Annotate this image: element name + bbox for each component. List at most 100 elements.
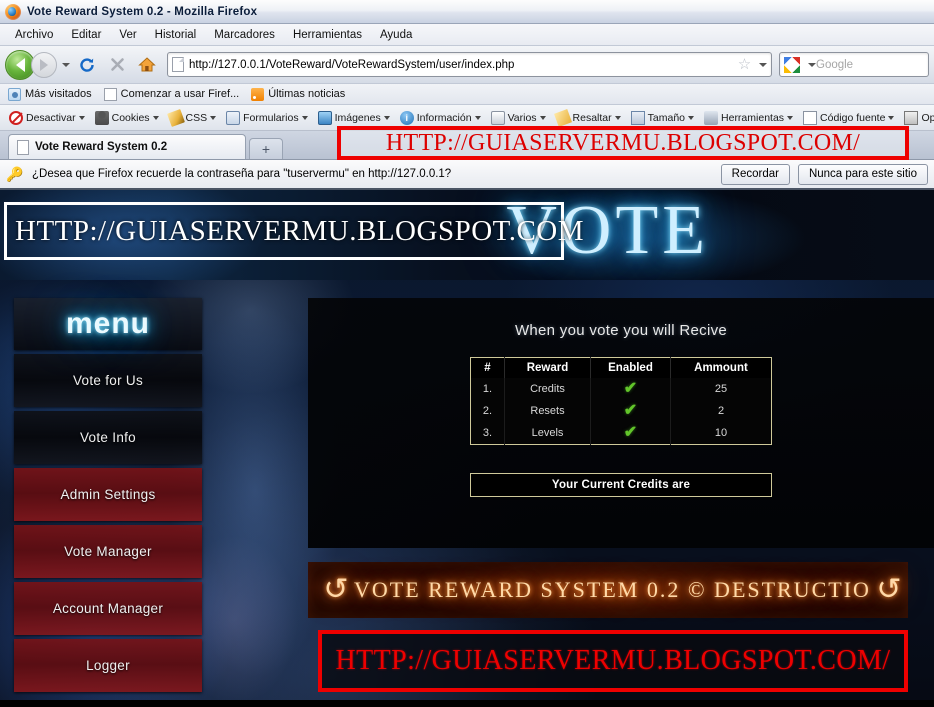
check-icon: ✔ (623, 402, 638, 419)
chevron-down-icon (301, 115, 308, 120)
tab-vote-reward-system[interactable]: Vote Reward System 0.2 (8, 134, 246, 159)
chevron-down-icon (383, 115, 390, 120)
sidebar-item-vote-for-us[interactable]: Vote for Us (14, 354, 202, 407)
chevron-down-icon (152, 115, 159, 120)
misc-icon (490, 110, 505, 125)
sidebar-item-vote-info[interactable]: Vote Info (14, 411, 202, 464)
cell-index: 3. (470, 422, 505, 445)
sidebar-item-admin-settings[interactable]: Admin Settings (14, 468, 202, 521)
menu-item-editar[interactable]: Editar (62, 27, 110, 43)
devbar-item-css[interactable]: CSS (164, 108, 222, 127)
never-for-this-site-button[interactable]: Nunca para este sitio (797, 163, 928, 185)
home-button[interactable] (134, 52, 160, 78)
page-icon (103, 87, 117, 101)
devbar-item-codigo-fuente[interactable]: Código fuente (798, 110, 899, 125)
menu-item-herramientas[interactable]: Herramientas (284, 27, 371, 43)
devbar-item-imagenes[interactable]: Imágenes (313, 110, 395, 125)
page-icon (17, 139, 29, 155)
devbar-label: Herramientas (721, 111, 785, 124)
site-banner: VOTE HTTP://GUIASERVERMU.BLOGSPOT.COM (0, 190, 934, 280)
column-header-enabled: Enabled (590, 357, 671, 378)
address-bar[interactable]: http://127.0.0.1/VoteReward/VoteRewardSy… (167, 52, 772, 77)
google-icon[interactable] (784, 56, 800, 73)
remember-label: Recordar (731, 168, 779, 180)
table-header-row: # Reward Enabled Ammount (470, 357, 772, 378)
sidebar-item-label: Account Manager (52, 601, 164, 616)
search-bar[interactable]: Google (779, 52, 929, 77)
page-viewport: VOTE HTTP://GUIASERVERMU.BLOGSPOT.COM me… (0, 190, 934, 700)
chevron-down-icon[interactable] (62, 62, 70, 67)
devbar-label: Formularios (243, 111, 299, 124)
watermark-bottom: HTTP://GUIASERVERMU.BLOGSPOT.COM/ (318, 630, 908, 692)
devbar-item-varios[interactable]: Varios (486, 110, 551, 125)
star-icon[interactable]: ☆ (737, 57, 752, 72)
devbar-item-desactivar[interactable]: Desactivar (4, 110, 90, 125)
firefox-icon (5, 3, 21, 20)
devbar-label: Varios (507, 111, 537, 124)
watermark-chrome-text: HTTP://GUIASERVERMU.BLOGSPOT.COM/ (385, 129, 861, 156)
bookmark-ultimas-noticias[interactable]: Últimas noticias (249, 87, 351, 102)
sidebar-item-label: Logger (86, 658, 130, 673)
options-icon (904, 110, 919, 125)
back-arrow-icon (15, 57, 25, 72)
watermark-banner: HTTP://GUIASERVERMU.BLOGSPOT.COM (4, 202, 584, 260)
column-header-ammount: Ammount (670, 357, 772, 378)
current-credits-bar: Your Current Credits are (470, 473, 772, 497)
title-bar: Vote Reward System 0.2 - Mozilla Firefox (0, 0, 934, 24)
resize-icon (630, 110, 645, 125)
sidebar-item-logger[interactable]: Logger (14, 639, 202, 692)
menu-item-ayuda[interactable]: Ayuda (371, 27, 421, 43)
bookmark-mas-visitados[interactable]: Más visitados (6, 87, 98, 102)
devbar-label: CSS (185, 111, 208, 124)
chevron-down-icon (614, 115, 621, 120)
disable-icon (9, 110, 23, 125)
devbar-item-herramientas[interactable]: Herramientas (699, 110, 798, 125)
cell-enabled: ✔ (590, 378, 671, 400)
source-icon (803, 110, 818, 125)
devbar-item-tamano[interactable]: Tamaño (626, 110, 699, 125)
sidebar-item-vote-manager[interactable]: Vote Manager (14, 525, 202, 578)
menu-item-historial[interactable]: Historial (146, 27, 206, 43)
images-icon (317, 110, 332, 125)
reload-button[interactable] (74, 52, 100, 78)
chevron-down-icon (787, 115, 794, 120)
search-input[interactable]: Google (816, 59, 853, 71)
devbar-label: Información (416, 111, 472, 124)
watermark-chrome-overlay: HTTP://GUIASERVERMU.BLOGSPOT.COM/ (337, 126, 909, 160)
search-engine-chevron-icon[interactable] (808, 62, 816, 67)
url-text[interactable]: http://127.0.0.1/VoteReward/VoteRewardSy… (189, 59, 735, 71)
content-title: When you vote you will Recive (514, 322, 728, 339)
column-header-reward: Reward (504, 357, 591, 378)
devbar-item-informacion[interactable]: i Información (395, 110, 486, 125)
menu-item-marcadores[interactable]: Marcadores (205, 27, 284, 43)
chevron-down-icon (888, 115, 895, 120)
devbar-item-opciones[interactable]: Opciones (899, 110, 934, 125)
table-row: 3. Levels ✔ 10 (470, 422, 772, 445)
devbar-item-cookies[interactable]: Cookies (90, 110, 164, 125)
devbar-label: Opciones (921, 111, 934, 124)
bookmark-comenzar-firefox[interactable]: Comenzar a usar Firef... (102, 87, 246, 102)
devbar-item-formularios[interactable]: Formularios (221, 110, 312, 125)
key-icon: 🔑 (6, 166, 24, 182)
tools-icon (704, 110, 719, 125)
sidebar-item-account-manager[interactable]: Account Manager (14, 582, 202, 635)
cell-enabled: ✔ (590, 400, 671, 422)
devbar-item-resaltar[interactable]: Resaltar (551, 108, 626, 127)
current-credits-label: Your Current Credits are (551, 479, 691, 491)
menu-item-ver[interactable]: Ver (110, 27, 145, 43)
menu-bar: Archivo Editar Ver Historial Marcadores … (0, 24, 934, 46)
remember-password-button[interactable]: Recordar (720, 163, 790, 185)
forward-button[interactable] (31, 51, 57, 78)
swirl-arrow-icon-right: ↺ (876, 572, 902, 607)
menu-item-archivo[interactable]: Archivo (6, 27, 62, 43)
notification-message: ¿Desea que Firefox recuerde la contraseñ… (32, 168, 452, 180)
devbar-label: Resaltar (572, 111, 612, 124)
watermark-bottom-text: HTTP://GUIASERVERMU.BLOGSPOT.COM/ (335, 645, 891, 676)
address-dropdown-icon[interactable] (759, 62, 767, 67)
bookmarks-toolbar: Más visitados Comenzar a usar Firef... Ú… (0, 84, 934, 105)
cell-enabled: ✔ (590, 422, 671, 445)
stop-button[interactable] (104, 52, 130, 78)
cell-ammount: 2 (717, 405, 725, 417)
footer-text: VOTE REWARD SYSTEM 0.2 © DESTRUCTIO (354, 577, 871, 602)
new-tab-button[interactable]: + (249, 138, 283, 159)
